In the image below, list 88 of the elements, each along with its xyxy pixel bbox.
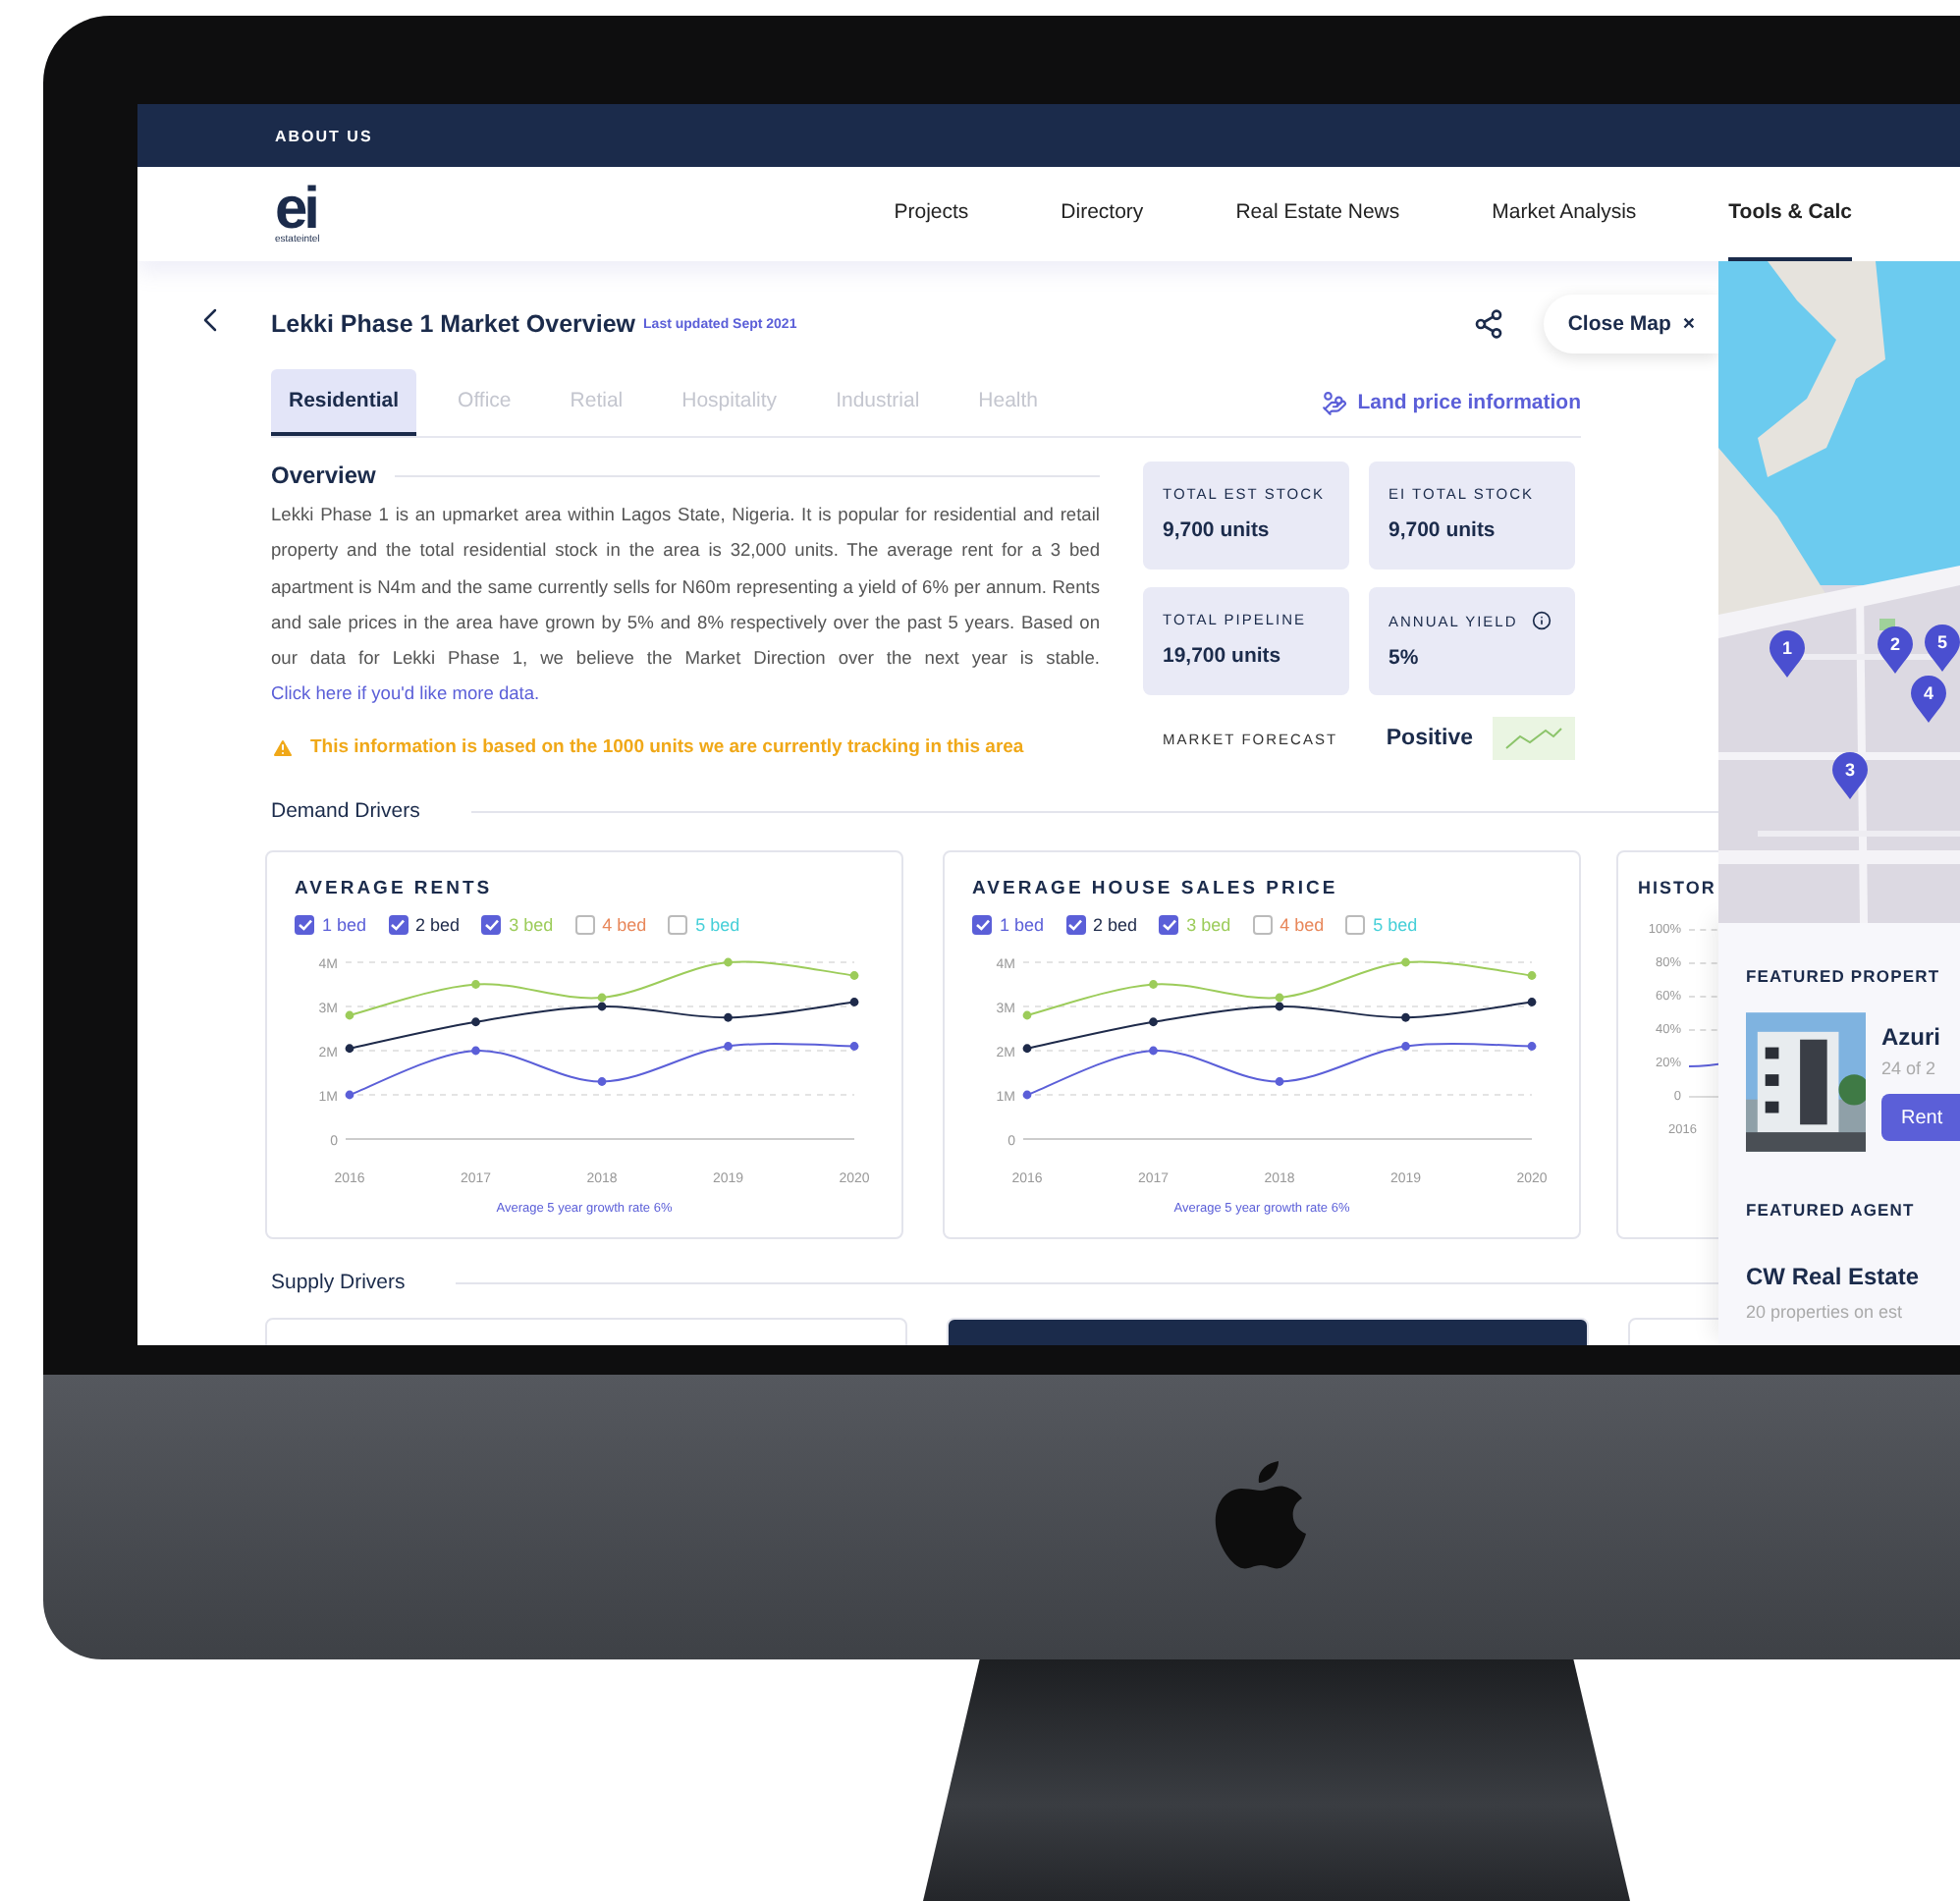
checkbox[interactable] <box>388 915 408 935</box>
data-point <box>1401 1012 1410 1022</box>
nav-link[interactable]: Market Analysis <box>1492 167 1637 261</box>
featured-agent-heading: FEATURED AGENT <box>1746 1200 1917 1220</box>
legend-label: 3 bed <box>509 915 554 935</box>
tab[interactable]: Residential <box>271 369 417 436</box>
legend-label: 2 bed <box>415 915 461 935</box>
chart-title: AVERAGE HOUSE SALES PRICE <box>972 878 1340 899</box>
notice-text: This information is based on the 1000 units we are currently tracking in this area <box>310 736 1024 759</box>
legend-label: 5 bed <box>1373 915 1418 935</box>
legend-label: 5 bed <box>695 915 740 935</box>
data-point <box>724 1012 733 1022</box>
rent-button[interactable]: Rent <box>1881 1094 1960 1141</box>
checkbox[interactable] <box>1065 915 1086 935</box>
property-name: Azuri <box>1881 1023 1942 1051</box>
data-point <box>1527 998 1537 1006</box>
nav-link[interactable]: Directory <box>1061 167 1144 261</box>
stat-value: 5% <box>1388 646 1421 670</box>
stat-value: 9,700 units <box>1388 518 1497 542</box>
data-point <box>471 980 480 989</box>
data-point <box>849 998 859 1006</box>
agent-name: CW Real Estate <box>1746 1263 1922 1290</box>
map-pin[interactable]: 4 <box>1911 676 1946 723</box>
data-point <box>724 1042 733 1051</box>
data-point <box>849 1042 859 1051</box>
section-heading: Demand Drivers <box>271 799 420 823</box>
apple-icon <box>1214 1460 1308 1574</box>
data-point <box>1022 1010 1032 1020</box>
data-point <box>1401 957 1410 967</box>
page-title: Lekki Phase 1 Market Overview <box>271 310 636 338</box>
data-point <box>345 1010 354 1020</box>
share-icon[interactable] <box>1473 308 1505 340</box>
checkbox[interactable] <box>668 915 688 935</box>
data-point <box>471 1017 480 1027</box>
checkbox[interactable] <box>1345 915 1366 935</box>
more-data-link[interactable]: Click here if you'd like more data. <box>271 683 540 704</box>
close-map-button[interactable]: Close Map × <box>1544 295 1718 353</box>
data-point <box>345 1044 354 1054</box>
nav-link[interactable]: Real Estate News <box>1235 167 1400 261</box>
warning-icon <box>271 735 295 760</box>
coins-hand-icon <box>1322 390 1348 415</box>
checkbox[interactable] <box>574 915 595 935</box>
legend-label: 1 bed <box>322 915 367 935</box>
legend-label: 2 bed <box>1093 915 1138 935</box>
data-point <box>1275 1077 1284 1086</box>
checkbox[interactable] <box>972 915 992 935</box>
property-units: 24 of 2 <box>1881 1059 1938 1078</box>
nav-link[interactable]: Projects <box>894 167 969 261</box>
data-point <box>471 1046 480 1056</box>
legend-label: 3 bed <box>1186 915 1231 935</box>
map-pin[interactable]: 2 <box>1878 626 1913 674</box>
data-point <box>1149 980 1158 989</box>
chart-title: HISTOR <box>1638 878 1718 897</box>
sparkline-icon <box>1493 717 1575 760</box>
data-point <box>1022 1044 1032 1054</box>
data-point <box>1527 971 1537 980</box>
legend-label: 4 bed <box>602 915 647 935</box>
data-point <box>345 1090 354 1100</box>
checkbox[interactable] <box>481 915 502 935</box>
checkbox[interactable] <box>1159 915 1179 935</box>
data-point <box>724 957 733 967</box>
map-pin[interactable]: 5 <box>1925 625 1960 672</box>
data-point <box>1149 1046 1158 1056</box>
data-point <box>1527 1042 1537 1051</box>
legend-label: 4 bed <box>1279 915 1325 935</box>
data-point <box>1149 1017 1158 1027</box>
data-point <box>597 1077 607 1086</box>
featured-property-heading: FEATURED PROPERT <box>1746 966 1942 986</box>
stat-value: 19,700 units <box>1163 644 1283 668</box>
section-heading: Supply Drivers <box>271 1271 406 1294</box>
checkbox[interactable] <box>1252 915 1273 935</box>
chart-title: AVERAGE RENTS <box>295 878 495 899</box>
map-pin[interactable]: 1 <box>1769 630 1805 678</box>
logo[interactable]: ei <box>275 184 320 235</box>
land-price-link[interactable]: Land price information <box>1322 390 1581 415</box>
legend-label: 1 bed <box>1000 915 1045 935</box>
data-point <box>1022 1090 1032 1100</box>
overview-heading: Overview <box>271 462 376 489</box>
about-link[interactable]: ABOUT US <box>275 127 373 144</box>
agent-properties: 20 properties on est <box>1746 1302 1905 1322</box>
stat-value: 9,700 units <box>1163 518 1272 542</box>
forecast-value: Positive <box>1386 727 1473 750</box>
data-point <box>1401 1042 1410 1051</box>
checkbox[interactable] <box>295 915 314 935</box>
data-point <box>849 971 859 980</box>
info-icon[interactable] <box>1531 611 1552 630</box>
map-pin[interactable]: 3 <box>1832 752 1868 799</box>
overview-text: Lekki Phase 1 is an upmarket area within Lagos State, Nigeria. It is popular for residential and retail property and the total residential stock in the area is 32,000 units. The average rent for a 3 bed apartment is N4m and the same currently sells for N60m representing a yield of 6% per annum. Rents and sale prices in the area have grown by 5% and 8% respectively over the past 5 years. Based on our data for Lekki Phase 1, we believe the Market Direction over the next year is stable. Click here if you'd like more data. <box>271 503 1100 708</box>
